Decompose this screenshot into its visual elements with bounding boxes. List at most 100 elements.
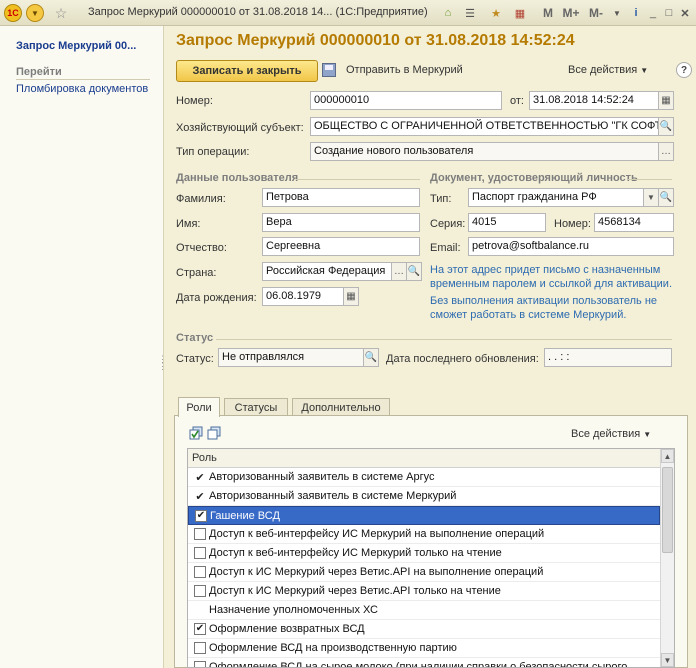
table-row[interactable]: ✔ Гашение ВСД — [188, 506, 660, 525]
series-field[interactable]: 4015 — [468, 213, 546, 232]
save-icon[interactable] — [322, 63, 336, 77]
role-label: Авторизованный заявитель в системе Мерку… — [209, 490, 457, 502]
checkmark-icon: ✔ — [195, 490, 205, 503]
email-hint: На этот адрес придет письмо с назначенны… — [430, 264, 673, 290]
checkbox[interactable] — [194, 585, 206, 597]
tab-roles[interactable]: Роли — [178, 397, 220, 417]
maximize-icon[interactable]: □ — [662, 4, 676, 22]
checkbox[interactable] — [194, 528, 206, 540]
lastname-label: Фамилия: — [176, 193, 226, 205]
table-row[interactable]: ✔ Оформление возвратных ВСД — [188, 620, 660, 639]
entity-label: Хозяйствующий субъект: — [176, 122, 304, 134]
table-row[interactable]: Доступ к ИС Меркурий через Ветис.API на … — [188, 563, 660, 582]
sidebar-link-sealing[interactable]: Пломбировка документов — [16, 83, 148, 95]
table-row[interactable]: Оформление ВСД на производственную парти… — [188, 639, 660, 658]
table-row[interactable]: Оформление ВСД на сырое молоко (при нали… — [188, 658, 660, 668]
m-button[interactable]: M — [540, 4, 556, 22]
firstname-field[interactable]: Вера — [262, 213, 420, 232]
minimize-icon[interactable]: _ — [646, 4, 660, 22]
ellipsis-icon[interactable]: … — [391, 262, 407, 281]
doc-number-label: Номер: — [554, 218, 591, 230]
checkbox[interactable] — [194, 547, 206, 559]
splitter-handle[interactable]: ⋮ ⋮ — [158, 355, 167, 371]
table-row[interactable]: Доступ к веб-интерфейсу ИС Меркурий на в… — [188, 525, 660, 544]
checkbox[interactable] — [194, 566, 206, 578]
roles-panel: Все действия ▼ Роль ✔ Авторизованный заяв… — [174, 415, 688, 668]
role-label: Назначение уполномоченных ХС — [209, 604, 378, 616]
window-menu-icon[interactable]: ▼ — [610, 4, 624, 22]
scroll-down-icon[interactable]: ▼ — [661, 653, 674, 667]
status-field[interactable]: Не отправлялся — [218, 348, 364, 367]
role-label: Оформление возвратных ВСД — [209, 623, 365, 635]
checkbox-checked[interactable]: ✔ — [195, 509, 207, 522]
m-plus-button[interactable]: M+ — [560, 4, 582, 22]
all-actions-button[interactable]: Все действия ▼ — [568, 64, 648, 76]
scroll-up-icon[interactable]: ▲ — [661, 449, 674, 463]
table-row[interactable]: ✔ Авторизованный заявитель в системе Мерк… — [188, 487, 660, 506]
calendar-icon[interactable]: ▦ — [512, 4, 528, 22]
section-divider — [628, 179, 672, 180]
activation-hint: Без выполнения активации пользователь не… — [430, 295, 658, 321]
birth-field[interactable]: 06.08.1979 — [262, 287, 344, 306]
table-row[interactable]: Назначение уполномоченных ХС — [188, 601, 660, 620]
doc-section-title: Документ, удостоверяющий личность — [430, 172, 638, 184]
email-field[interactable]: petrova@softbalance.ru — [468, 237, 674, 256]
sidebar-section-goto: Перейти — [16, 66, 150, 80]
sidebar-title[interactable]: Запрос Меркурий 00... — [16, 40, 136, 52]
role-label: Оформление ВСД на сырое молоко (при нали… — [209, 661, 628, 668]
all-actions-label: Все действия — [571, 428, 641, 440]
window-title: Запрос Меркурий 000000010 от 31.08.2018 … — [88, 6, 428, 18]
scroll-thumb[interactable] — [662, 467, 673, 553]
table-row[interactable]: ✔ Авторизованный заявитель в системе Аргу… — [188, 468, 660, 487]
info-icon[interactable]: i — [628, 4, 644, 22]
section-divider — [296, 179, 420, 180]
number-field[interactable]: 000000010 — [310, 91, 502, 110]
uncheck-all-icon[interactable] — [207, 426, 221, 440]
optype-field[interactable]: Создание нового пользователя — [310, 142, 659, 161]
home-icon[interactable]: ⌂ — [440, 4, 456, 22]
check-all-icon[interactable] — [189, 426, 203, 440]
role-label: Гашение ВСД — [210, 509, 280, 522]
search-icon[interactable]: 🔍 — [363, 348, 379, 367]
calendar-icon[interactable]: ▦ — [343, 287, 359, 306]
entity-field[interactable]: ОБЩЕСТВО С ОГРАНИЧЕННОЙ ОТВЕТСТВЕННОСТЬЮ… — [310, 117, 659, 136]
calendar-icon[interactable]: ▦ — [658, 91, 674, 110]
app-logo-icon[interactable]: 1C — [4, 4, 22, 22]
dropdown-icon[interactable]: ▼ — [643, 188, 659, 207]
roles-rows: ✔ Авторизованный заявитель в системе Аргу… — [188, 468, 674, 668]
send-mercury-button[interactable]: Отправить в Меркурий — [346, 64, 463, 76]
main-menu-icon[interactable]: ▼ — [26, 4, 44, 22]
updated-field[interactable]: . . : : — [544, 348, 672, 367]
favorites-icon[interactable]: ★ — [488, 4, 504, 22]
m-minus-button[interactable]: M- — [586, 4, 606, 22]
checkbox[interactable] — [194, 661, 206, 667]
patronymic-field[interactable]: Сергеевна — [262, 237, 420, 256]
chevron-down-icon: ▼ — [643, 430, 652, 439]
checkbox-checked[interactable]: ✔ — [194, 623, 206, 635]
roles-all-actions-button[interactable]: Все действия ▼ — [571, 428, 651, 440]
roles-table: Роль ✔ Авторизованный заявитель в системе… — [187, 448, 675, 668]
save-close-button[interactable]: Записать и закрыть — [176, 60, 318, 82]
tab-statuses[interactable]: Статусы — [224, 398, 288, 416]
tab-additional[interactable]: Дополнительно — [292, 398, 390, 416]
form-main: Запрос Меркурий 000000010 от 31.08.2018 … — [164, 26, 696, 668]
roles-column-header[interactable]: Роль — [188, 449, 674, 468]
lastname-field[interactable]: Петрова — [262, 188, 420, 207]
doc-number-field[interactable]: 4568134 — [594, 213, 674, 232]
date-field[interactable]: 31.08.2018 14:52:24 — [529, 91, 659, 110]
scrollbar[interactable]: ▲ ▼ — [660, 449, 674, 667]
table-row[interactable]: Доступ к веб-интерфейсу ИС Меркурий толь… — [188, 544, 660, 563]
email-label: Email: — [430, 242, 461, 254]
checkbox[interactable] — [194, 642, 206, 654]
favorite-star-icon[interactable]: ☆ — [52, 4, 70, 22]
search-icon[interactable]: 🔍 — [658, 188, 674, 207]
search-icon[interactable]: 🔍 — [658, 117, 674, 136]
country-field[interactable]: Российская Федерация — [262, 262, 392, 281]
close-icon[interactable]: ✕ — [678, 4, 692, 22]
help-button[interactable]: ? — [676, 62, 692, 78]
doc-type-field[interactable]: Паспорт гражданина РФ — [468, 188, 644, 207]
table-row[interactable]: Доступ к ИС Меркурий через Ветис.API тол… — [188, 582, 660, 601]
search-icon[interactable]: 🔍 — [406, 262, 422, 281]
ellipsis-icon[interactable]: … — [658, 142, 674, 161]
history-icon[interactable]: ☰ — [462, 4, 478, 22]
